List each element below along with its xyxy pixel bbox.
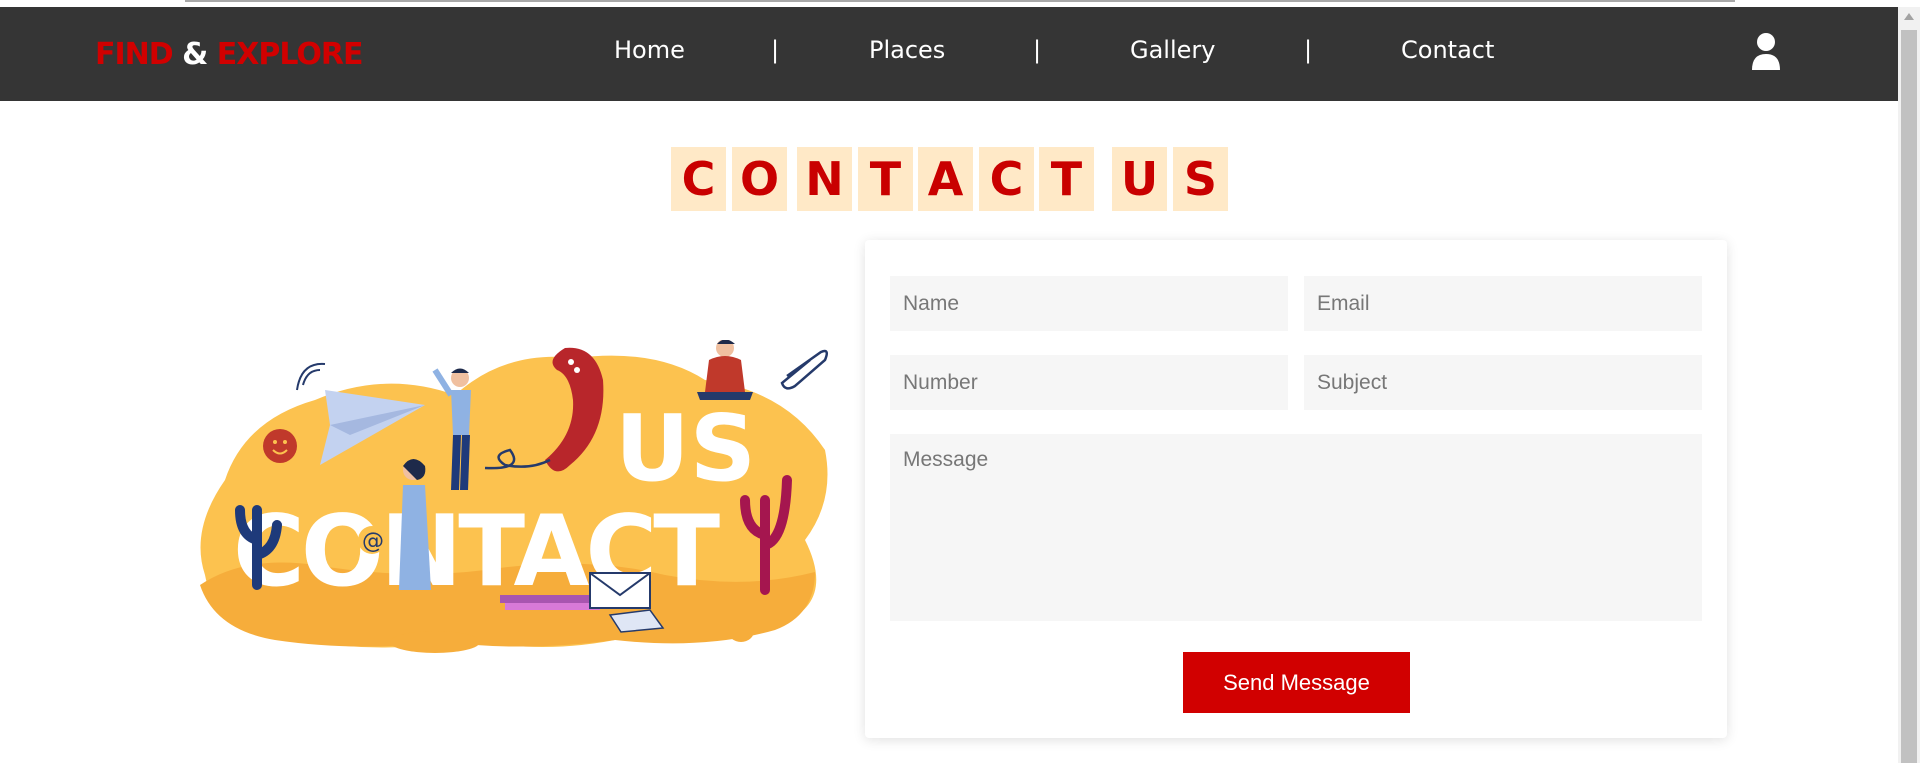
title-letter: S [1173, 147, 1228, 211]
nav-gallery[interactable]: Gallery [1130, 36, 1215, 64]
title-letter: C [979, 147, 1034, 211]
nav-separator: | [1304, 36, 1313, 64]
title-letter: T [1039, 147, 1094, 211]
smiley-icon [263, 429, 297, 463]
nav-places[interactable]: Places [869, 36, 945, 64]
browser-top-line [185, 0, 1735, 2]
title-letter: C [671, 147, 726, 211]
dot-shape [728, 620, 754, 642]
scrollbar-thumb[interactable] [1901, 30, 1917, 763]
person-standing [451, 390, 471, 435]
scrollbar[interactable] [1898, 7, 1920, 763]
brand-logo[interactable]: FIND & EXPLORE [95, 37, 364, 72]
nav-contact[interactable]: Contact [1401, 36, 1494, 64]
brand-amp: & [182, 37, 208, 72]
nav-separator: | [1033, 36, 1042, 64]
title-letter: N [797, 147, 852, 211]
illustration-word-us: US [615, 395, 756, 502]
puddle-shape [390, 631, 480, 653]
title-letter: T [858, 147, 913, 211]
send-message-button[interactable]: Send Message [1183, 652, 1410, 713]
number-field[interactable] [890, 355, 1288, 410]
at-symbol-icon: @ [362, 529, 384, 554]
user-icon[interactable] [1751, 32, 1781, 72]
nav-separator: | [771, 36, 780, 64]
nav-home[interactable]: Home [614, 36, 685, 64]
contact-form: Send Message [865, 240, 1727, 738]
title-letter: U [1112, 147, 1167, 211]
paperclip-icon [780, 349, 829, 390]
person-sitting [705, 356, 745, 392]
books-stack [500, 595, 600, 603]
message-field[interactable] [890, 434, 1702, 621]
brand-explore: EXPLORE [216, 37, 364, 72]
email-field[interactable] [1304, 276, 1702, 331]
envelope-icon [589, 572, 651, 609]
title-letter: A [918, 147, 973, 211]
brand-find: FIND [95, 37, 174, 72]
scroll-up-arrow-icon[interactable] [1904, 13, 1914, 20]
name-field[interactable] [890, 276, 1288, 331]
contact-us-illustration: US CONTACT @ [200, 340, 829, 653]
navbar: FIND & EXPLORE Home | Places | Gallery |… [0, 7, 1898, 101]
subject-field[interactable] [1304, 355, 1702, 410]
title-letter: O [732, 147, 787, 211]
